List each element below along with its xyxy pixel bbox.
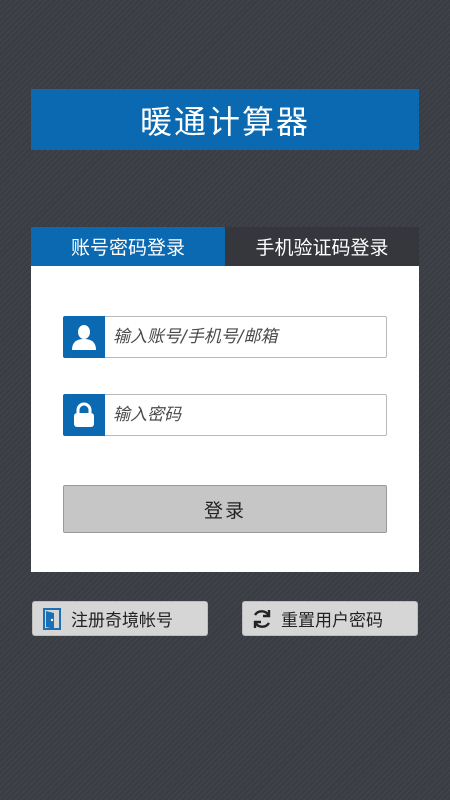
refresh-icon	[251, 608, 273, 630]
app-title-banner: 暖通计算器	[31, 89, 419, 150]
account-input[interactable]	[105, 316, 387, 358]
tab-sms-code[interactable]: 手机验证码登录	[225, 227, 419, 266]
door-icon	[41, 607, 63, 630]
user-icon	[63, 316, 105, 358]
login-panel: 登录	[31, 266, 419, 572]
tab-account-password[interactable]: 账号密码登录	[31, 227, 225, 266]
reset-password-button[interactable]: 重置用户密码	[242, 601, 418, 636]
login-tabs: 账号密码登录 手机验证码登录	[31, 227, 419, 266]
login-button[interactable]: 登录	[63, 485, 387, 533]
password-input[interactable]	[105, 394, 387, 436]
lock-icon	[63, 394, 105, 436]
reset-password-label: 重置用户密码	[281, 611, 383, 631]
tab-sms-code-label: 手机验证码登录	[255, 237, 389, 259]
register-account-label: 注册奇境帐号	[71, 611, 173, 631]
password-field	[63, 394, 387, 436]
app-title: 暖通计算器	[139, 102, 310, 141]
login-screen: { "app": { "title": "暖通计算器" }, "tabs": […	[0, 0, 450, 800]
register-account-button[interactable]: 注册奇境帐号	[32, 601, 208, 636]
account-field	[63, 316, 387, 358]
tab-account-password-label: 账号密码登录	[70, 237, 185, 259]
